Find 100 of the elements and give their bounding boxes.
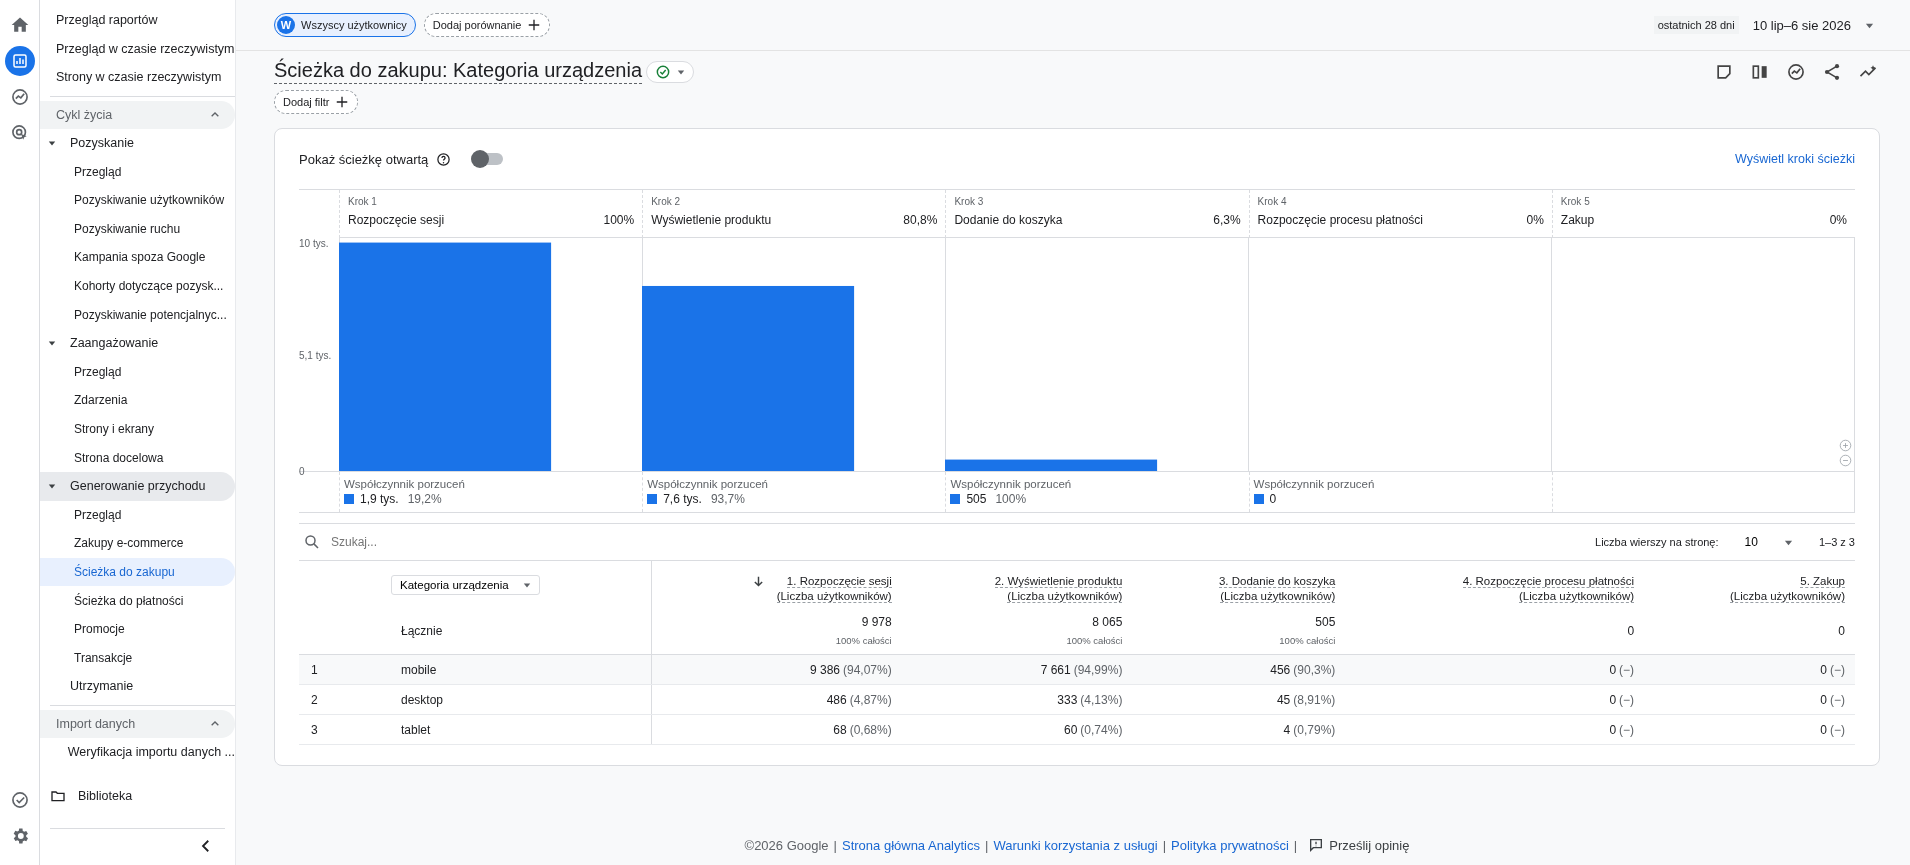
column-subheader: (Liczba użytkowników) <box>776 590 892 603</box>
dimension-select[interactable]: Kategoria urządzenia <box>391 575 540 595</box>
nav-item[interactable]: Przegląd <box>40 500 235 530</box>
caret-icon <box>48 339 56 348</box>
help-icon[interactable] <box>436 151 452 167</box>
nav-group[interactable]: Generowanie przychodu <box>40 471 235 501</box>
abandonment-label: Współczynnik porzuceń <box>647 478 769 490</box>
legend-swatch <box>647 494 658 504</box>
library-link[interactable]: Biblioteka <box>40 780 235 813</box>
feedback-link[interactable]: Prześlij opinię <box>1308 837 1410 853</box>
nav-item[interactable]: Strony i ekrany <box>40 414 235 444</box>
metric-percent: (−) <box>1830 662 1845 677</box>
footer-link[interactable]: Warunki korzystania z usługi <box>993 837 1158 853</box>
segment-chip[interactable]: W Wszyscy użytkownicy <box>274 13 416 37</box>
row-number: 2 <box>299 684 351 715</box>
y-axis-label: 0 <box>299 465 305 477</box>
sort-arrow-icon[interactable] <box>751 575 765 588</box>
view-steps-link[interactable]: Wyświetl kroki ścieżki <box>1734 152 1855 166</box>
column-header[interactable]: 5. Zakup <box>1800 575 1845 588</box>
metric-value: 60 <box>1064 722 1078 737</box>
nav-item[interactable]: Pozyskiwanie potencjalnyc... <box>40 300 235 329</box>
dimension-cell: mobile <box>351 654 651 685</box>
column-subheader: (Liczba użytkowników) <box>1519 590 1635 603</box>
legend-swatch <box>950 494 961 504</box>
nav-item[interactable]: Strona docelowa <box>40 443 235 472</box>
feedback-icon <box>1308 837 1325 853</box>
caret-icon <box>522 581 531 589</box>
nav-link[interactable]: Przegląd w czasie rzeczywistym <box>40 34 235 64</box>
add-filter-button[interactable]: Dodaj filtr <box>274 90 359 114</box>
total-share: 100% całości <box>1278 635 1336 646</box>
nav-item[interactable]: Ścieżka do zakupu <box>40 557 235 587</box>
metric-percent: (0,79%) <box>1293 722 1336 737</box>
metric-value: 0 <box>1609 692 1617 707</box>
total-share: 100% całości <box>834 635 892 646</box>
plus-icon <box>527 18 542 32</box>
metric-value: 486 <box>826 692 847 707</box>
step-percent: 0% <box>1526 213 1544 227</box>
nav-item[interactable]: Przegląd <box>40 157 235 186</box>
nav-item[interactable]: Pozyskiwanie użytkowników <box>40 185 235 215</box>
footer-link[interactable]: Polityka prywatności <box>1171 837 1289 853</box>
nav-item[interactable]: Kohorty dotyczące pozysk... <box>40 271 235 301</box>
nav-group[interactable]: Zaangażowanie <box>40 328 235 358</box>
search-input[interactable]: Szukaj... <box>329 534 533 550</box>
date-range-picker[interactable]: 10 lip–6 sie 2026 <box>1746 16 1880 34</box>
nav-item[interactable]: Pozyskiwanie ruchu <box>40 214 235 244</box>
metric-value: 4 <box>1283 722 1291 737</box>
metric-value: 0 <box>1609 722 1617 737</box>
nav-link[interactable]: Strony w czasie rzeczywistym <box>40 63 235 92</box>
search-field[interactable]: Szukaj... <box>299 533 533 551</box>
metric-value: 45 <box>1276 692 1291 707</box>
nav-group[interactable]: Weryfikacja importu danych ... <box>40 737 235 767</box>
row-number: 1 <box>299 654 351 685</box>
abandonment-count: 7,6 tys. <box>663 492 702 506</box>
metric-percent: (4,87%) <box>849 692 892 707</box>
metric-percent: (−) <box>1619 692 1635 707</box>
section-header[interactable]: Cykl życia <box>40 100 235 129</box>
share-icon[interactable] <box>1822 61 1842 82</box>
nav-group[interactable]: Pozyskanie <box>40 128 235 158</box>
step-number: Krok 3 <box>954 196 985 207</box>
nav-item[interactable]: Zakupy e-commerce <box>40 529 235 558</box>
nav-item[interactable]: Promocje <box>40 614 235 644</box>
total-share: 100% całości <box>1065 635 1123 646</box>
nav-group[interactable]: Utrzymanie <box>40 672 235 701</box>
footer-separator: | <box>1293 837 1298 853</box>
nav-link[interactable]: Przegląd raportów <box>40 6 235 35</box>
rows-per-page-select[interactable]: 10 <box>1738 534 1799 550</box>
nav-item[interactable]: Ścieżka do płatności <box>40 586 235 615</box>
step-number: Krok 4 <box>1257 196 1288 207</box>
column-subheader: (Liczba użytkowników) <box>1007 590 1123 603</box>
plus-icon <box>335 95 350 109</box>
step-name: Wyświetlenie produktu <box>651 213 772 227</box>
metric-value: 0 <box>1820 692 1827 707</box>
check-circle-icon <box>655 63 671 80</box>
reports-icon[interactable] <box>4 46 35 76</box>
dimension-cell: desktop <box>351 684 651 715</box>
add-comparison-button[interactable]: Dodaj porównanie <box>423 13 551 37</box>
step-percent: 80,8% <box>903 213 938 227</box>
column-header[interactable]: 2. Wyświetlenie produktu <box>994 575 1123 588</box>
column-header[interactable]: 4. Rozpoczęcie procesu płatności <box>1462 575 1635 588</box>
page-range: 1–3 z 3 <box>1818 536 1855 548</box>
insights-icon[interactable] <box>1786 61 1806 82</box>
nav-item[interactable]: Kampania spoza Google <box>40 243 235 272</box>
status-chip[interactable] <box>646 60 694 83</box>
column-header[interactable]: 1. Rozpoczęcie sesji <box>786 575 892 588</box>
metric-percent: (0,74%) <box>1080 722 1123 737</box>
metric-percent: (−) <box>1619 662 1635 677</box>
open-path-label: Pokaż ścieżkę otwartą <box>299 151 429 167</box>
abandonment-label: Współczynnik porzuceń <box>950 478 1073 490</box>
nav-item[interactable]: Przegląd <box>40 357 235 387</box>
open-path-toggle[interactable] <box>473 153 504 165</box>
abandonment-count: 1,9 tys. <box>360 492 399 506</box>
section-header[interactable]: Import danych <box>40 709 235 738</box>
nav-item[interactable]: Zdarzenia <box>40 386 235 415</box>
nav-item[interactable]: Transakcje <box>40 643 235 673</box>
date-period-label: ostatnich 28 dni <box>1653 16 1739 34</box>
footer-link[interactable]: Strona główna Analytics <box>842 837 980 853</box>
column-header[interactable]: 3. Dodanie do koszyka <box>1218 575 1336 588</box>
metric-value: 68 <box>833 722 847 737</box>
total-value: 505 <box>1314 615 1336 629</box>
abandonment-count: 505 <box>966 492 987 506</box>
